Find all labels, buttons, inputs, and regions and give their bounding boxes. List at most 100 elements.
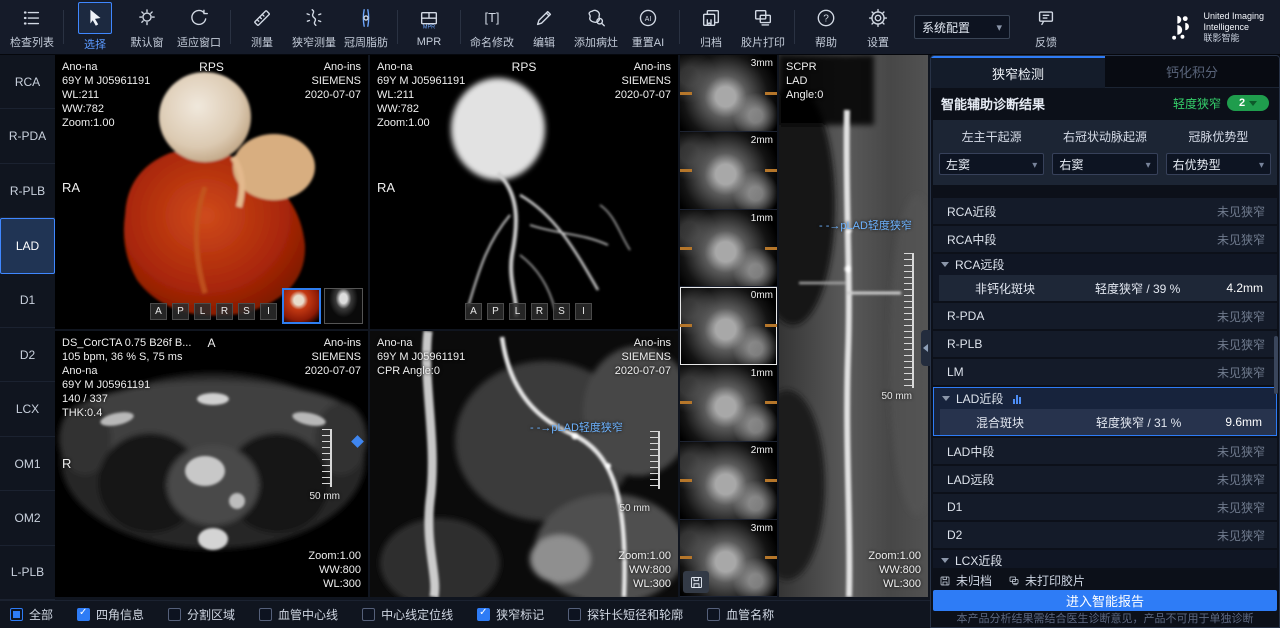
sidebar-item-d2[interactable]: D2 [0, 328, 55, 382]
right-panel-collapse-handle[interactable] [921, 330, 930, 366]
segment-row-lad-mid[interactable]: LAD中段 未见狭窄 [933, 438, 1277, 464]
orientation-button-a[interactable]: A [465, 303, 482, 320]
toolbar-button-settings[interactable]: 设置 [852, 0, 904, 55]
orientation-button-p[interactable]: P [487, 303, 504, 320]
checkbox-indicator[interactable] [259, 608, 272, 621]
toolbar-button-rename[interactable]: 命名修改 [466, 0, 518, 55]
toolbar-button-fit-window[interactable]: 适应窗口 [173, 0, 225, 55]
orientation-button-l[interactable]: L [509, 303, 526, 320]
viewport-3d-vr[interactable]: Ano-na 69Y M J05961191 WL:211 WW:782 Zoo… [55, 55, 368, 329]
checkbox-indicator[interactable] [168, 608, 181, 621]
severity-label: 轻度狭窄 [1173, 95, 1221, 112]
toolbar-button-select-tool[interactable]: 选择 [69, 0, 121, 55]
segment-row-lad-distal[interactable]: LAD远段 未见狭窄 [933, 466, 1277, 492]
scale-ruler [904, 253, 914, 388]
sidebar-item-om1[interactable]: OM1 [0, 437, 55, 491]
stenosis-annotation[interactable]: - -→pLAD轻度狭窄 [530, 419, 623, 435]
rca-origin-select[interactable]: 右窦 [1052, 153, 1157, 175]
orientation-button-i[interactable]: I [260, 303, 277, 320]
checkbox-stenosis-marker[interactable]: 狭窄标记 [477, 606, 544, 623]
checkbox-indicator[interactable] [362, 608, 375, 621]
orientation-button-i[interactable]: I [575, 303, 592, 320]
segment-group-lad-proximal: LAD近段 混合斑块 轻度狭窄 / 31 % 9.6mm [933, 387, 1277, 436]
probe-slice-1mm-up[interactable]: 1mm [680, 210, 777, 287]
checkbox-all[interactable]: 全部 [10, 606, 53, 623]
segment-row-lad-proximal[interactable]: LAD近段 [934, 388, 1276, 409]
toolbar-button-pericoronary-fat[interactable]: 冠周脂肪 [340, 0, 392, 55]
save-snapshot-button[interactable] [683, 571, 709, 593]
viewport-axial-ct[interactable]: DS_CorCTA 0.75 B26f B... 105 bpm, 36 % S… [55, 331, 368, 597]
checkbox-probe-diameter-contour[interactable]: 探针长短径和轮廓 [568, 606, 683, 623]
checkbox-corner-info[interactable]: 四角信息 [77, 606, 144, 623]
checkbox-segmentation-region[interactable]: 分割区域 [168, 606, 235, 623]
severity-count-dropdown[interactable]: 2 [1227, 95, 1269, 111]
tab-calcium-score[interactable]: 钙化积分 [1105, 56, 1279, 88]
segment-row-rca-distal[interactable]: RCA远段 [933, 254, 1277, 275]
orientation-button-l[interactable]: L [194, 303, 211, 320]
probe-slice-0mm[interactable]: 0mm [680, 287, 777, 364]
toolbar-button-archive[interactable]: 归档 [685, 0, 737, 55]
orientation-button-r[interactable]: R [531, 303, 548, 320]
viewport-scpr[interactable]: SCPR LAD Angle:0 - -→pLAD轻度狭窄 50 mm Zoom… [779, 55, 928, 597]
dominance-select[interactable]: 右优势型 [1166, 153, 1271, 175]
panel-scrollbar-thumb[interactable] [1274, 336, 1278, 394]
sidebar-item-r-plb[interactable]: R-PLB [0, 164, 55, 218]
segment-row-d2[interactable]: D2 未见狭窄 [933, 522, 1277, 548]
vr-preset-thumbnail-vessels[interactable] [324, 288, 363, 324]
segment-row-rca-mid[interactable]: RCA中段 未见狭窄 [933, 226, 1277, 252]
system-config-select[interactable]: 系统配置 [914, 15, 1010, 39]
tab-stenosis-detection[interactable]: 狭窄检测 [931, 56, 1105, 88]
toolbar-button-feedback[interactable]: 反馈 [1020, 0, 1072, 55]
viewport-mip[interactable]: Ano-na 69Y M J05961191 WL:211 WW:782 Zoo… [370, 55, 678, 329]
toolbar-button-film-print[interactable]: 胶片打印 [737, 0, 789, 55]
checkbox-indicator[interactable] [707, 608, 720, 621]
toolbar-button-mpr[interactable]: MPR [403, 0, 455, 55]
segment-row-lcx-proximal[interactable]: LCX近段 [933, 550, 1277, 568]
orientation-button-s[interactable]: S [553, 303, 570, 320]
toolbar-button-exam-list[interactable]: 检查列表 [6, 0, 58, 55]
lm-origin-select[interactable]: 左窦 [939, 153, 1044, 175]
toolbar-button-stenosis-measure[interactable]: 狭窄测量 [288, 0, 340, 55]
toolbar-button-edit[interactable]: 编辑 [518, 0, 570, 55]
segment-row-lm[interactable]: LM 未见狭窄 [933, 359, 1277, 385]
enter-smart-report-button[interactable]: 进入智能报告 [933, 590, 1277, 611]
vr-preset-thumbnail-heart[interactable] [282, 288, 321, 324]
plaque-detail-row[interactable]: 混合斑块 轻度狭窄 / 31 % 9.6mm [940, 409, 1276, 435]
sidebar-item-lcx[interactable]: LCX [0, 382, 55, 436]
sidebar-item-lad[interactable]: LAD [0, 218, 55, 273]
orientation-button-r[interactable]: R [216, 303, 233, 320]
probe-slice-1mm-down[interactable]: 1mm [680, 365, 777, 442]
segment-row-rca-proximal[interactable]: RCA近段 未见狭窄 [933, 198, 1277, 224]
probe-slice-2mm-up[interactable]: 2mm [680, 132, 777, 209]
chevron-down-icon [1259, 157, 1264, 171]
toolbar-button-help[interactable]: 帮助 [800, 0, 852, 55]
plaque-detail-row[interactable]: 非钙化斑块 轻度狭窄 / 39 % 4.2mm [939, 275, 1277, 301]
probe-slice-3mm-up[interactable]: 3mm [680, 55, 777, 132]
checkbox-indicator[interactable] [477, 608, 490, 621]
toolbar-button-default-window[interactable]: 默认窗 [121, 0, 173, 55]
sidebar-item-l-plb[interactable]: L-PLB [0, 546, 55, 600]
checkbox-indicator[interactable] [10, 608, 23, 621]
orientation-button-a[interactable]: A [150, 303, 167, 320]
display-info-overlay: Zoom:1.00 WW:800 WL:300 [618, 549, 671, 591]
segment-row-r-pda[interactable]: R-PDA 未见狭窄 [933, 303, 1277, 329]
checkbox-indicator[interactable] [77, 608, 90, 621]
checkbox-centerline-locator[interactable]: 中心线定位线 [362, 606, 453, 623]
stenosis-annotation[interactable]: - -→pLAD轻度狭窄 [819, 217, 912, 233]
sidebar-item-r-pda[interactable]: R-PDA [0, 109, 55, 163]
orientation-button-s[interactable]: S [238, 303, 255, 320]
checkbox-vessel-centerline[interactable]: 血管中心线 [259, 606, 338, 623]
toolbar-button-measure[interactable]: 测量 [236, 0, 288, 55]
checkbox-vessel-name[interactable]: 血管名称 [707, 606, 774, 623]
probe-slice-2mm-down[interactable]: 2mm [680, 442, 777, 519]
toolbar-button-add-lesion[interactable]: 添加病灶 [570, 0, 622, 55]
sidebar-item-rca[interactable]: RCA [0, 55, 55, 109]
segment-row-r-plb[interactable]: R-PLB 未见狭窄 [933, 331, 1277, 357]
orientation-button-p[interactable]: P [172, 303, 189, 320]
checkbox-indicator[interactable] [568, 608, 581, 621]
sidebar-item-om2[interactable]: OM2 [0, 491, 55, 545]
toolbar-button-reset-ai[interactable]: 重置AI [622, 0, 674, 55]
sidebar-item-d1[interactable]: D1 [0, 274, 55, 328]
segment-row-d1[interactable]: D1 未见狭窄 [933, 494, 1277, 520]
viewport-cpr[interactable]: Ano-na 69Y M J05961191 CPR Angle:0 Ano-i… [370, 331, 678, 597]
